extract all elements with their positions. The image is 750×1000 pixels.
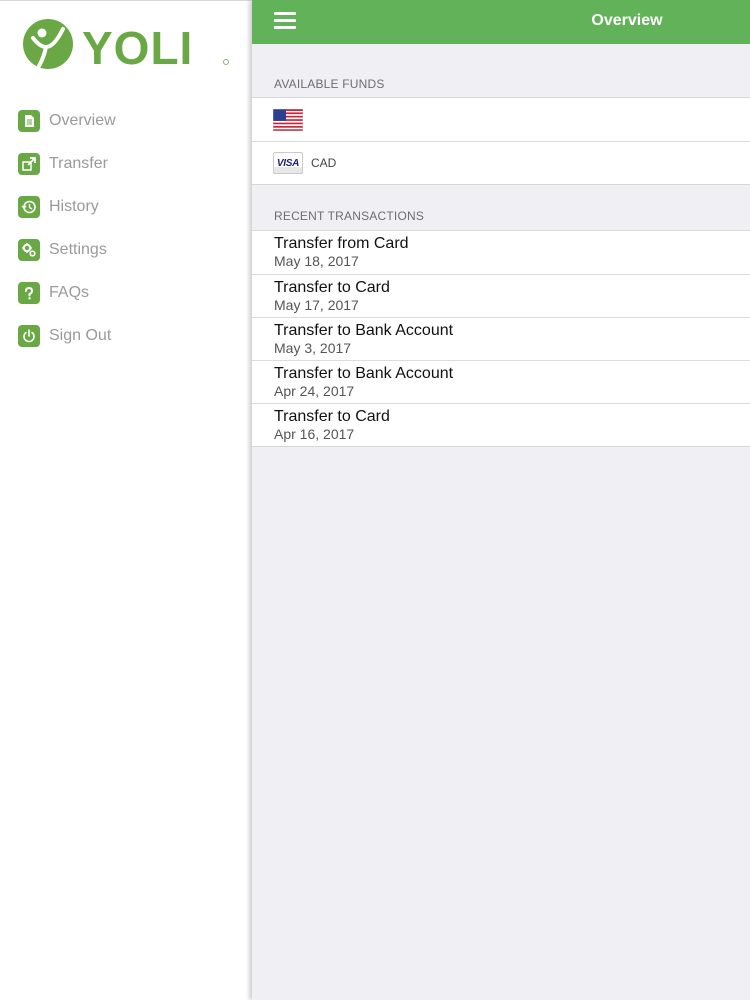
history-icon xyxy=(18,195,40,218)
transaction-title: Transfer from Card xyxy=(274,235,409,252)
hamburger-menu-icon[interactable] xyxy=(274,12,296,30)
sidebar-item-label: Transfer xyxy=(49,154,108,172)
us-flag-icon xyxy=(273,108,303,131)
transaction-title: Transfer to Bank Account xyxy=(274,365,454,382)
transaction-date: Apr 24, 2017 xyxy=(274,383,355,399)
top-bar: Overview xyxy=(252,0,750,44)
power-icon xyxy=(18,324,40,347)
sidebar-item-settings[interactable]: Settings xyxy=(18,228,116,271)
sidebar-item-label: Overview xyxy=(49,111,116,129)
sidebar-item-overview[interactable]: Overview xyxy=(18,99,116,142)
sidebar-item-label: FAQs xyxy=(49,283,90,301)
sidebar-menu: Overview Transfer History Settings FAQs xyxy=(18,99,116,357)
recent-transactions-header: RECENT TRANSACTIONS xyxy=(274,209,425,223)
logo-wordmark: YOLI xyxy=(82,22,193,74)
sidebar-item-label: Sign Out xyxy=(49,326,112,344)
sidebar-item-transfer[interactable]: Transfer xyxy=(18,142,116,185)
sidebar-item-history[interactable]: History xyxy=(18,185,116,228)
transaction-title: Transfer to Card xyxy=(274,408,390,425)
question-icon xyxy=(18,281,40,304)
document-icon xyxy=(18,109,40,132)
recent-transactions-list: Transfer from Card May 18, 2017 Transfer… xyxy=(252,230,750,447)
transaction-date: Apr 16, 2017 xyxy=(274,426,355,442)
main-panel: Overview AVAILABLE FUNDS VISA CAD RECENT… xyxy=(252,0,750,1000)
transaction-date: May 3, 2017 xyxy=(274,340,352,356)
page-title: Overview xyxy=(591,12,663,29)
transaction-row[interactable]: Transfer to Card May 17, 2017 xyxy=(252,274,750,317)
transaction-row[interactable]: Transfer to Bank Account May 3, 2017 xyxy=(252,317,750,360)
fund-currency: CAD xyxy=(311,156,337,170)
available-funds-header: AVAILABLE FUNDS xyxy=(274,77,385,91)
available-funds-list: VISA CAD xyxy=(252,97,750,185)
fund-row-usd[interactable] xyxy=(252,98,750,141)
sidebar-item-sign-out[interactable]: Sign Out xyxy=(18,314,116,357)
transaction-date: May 18, 2017 xyxy=(274,253,359,269)
transaction-title: Transfer to Bank Account xyxy=(274,322,454,339)
fund-row-cad[interactable]: VISA CAD xyxy=(252,141,750,184)
sidebar-item-faqs[interactable]: FAQs xyxy=(18,271,116,314)
transaction-date: May 17, 2017 xyxy=(274,297,359,313)
sidebar: YOLI Overview Transfer History Settings … xyxy=(0,0,252,1000)
visa-card-brand: VISA xyxy=(276,157,300,169)
transaction-row[interactable]: Transfer from Card May 18, 2017 xyxy=(252,231,750,274)
gear-icon xyxy=(18,238,40,261)
transaction-title: Transfer to Card xyxy=(274,279,390,296)
sidebar-item-label: Settings xyxy=(49,240,107,258)
visa-card-icon: VISA xyxy=(273,152,303,174)
transaction-row[interactable]: Transfer to Card Apr 16, 2017 xyxy=(252,403,750,446)
sidebar-item-label: History xyxy=(49,197,99,215)
transfer-icon xyxy=(18,152,40,175)
transaction-row[interactable]: Transfer to Bank Account Apr 24, 2017 xyxy=(252,360,750,403)
yoli-logo: YOLI xyxy=(23,19,229,74)
